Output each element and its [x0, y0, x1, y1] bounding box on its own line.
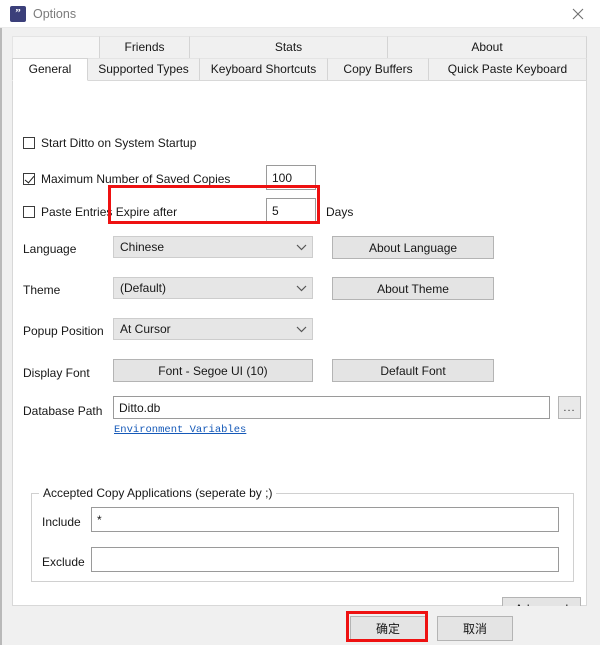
- include-label: Include: [42, 515, 81, 529]
- cancel-button[interactable]: 取消: [437, 616, 513, 641]
- theme-dropdown[interactable]: (Default): [113, 277, 313, 299]
- about-language-button[interactable]: About Language: [332, 236, 494, 259]
- tab-stats[interactable]: Stats: [190, 36, 388, 58]
- ok-button[interactable]: 确定: [350, 616, 426, 641]
- general-tab-panel: Start Ditto on System Startup Maximum Nu…: [12, 80, 587, 621]
- window-left-border: [0, 28, 2, 645]
- popup-position-value: At Cursor: [120, 322, 171, 336]
- database-path-label: Database Path: [23, 404, 103, 418]
- window-title: Options: [33, 7, 77, 21]
- tab-quick-paste-keyboard[interactable]: Quick Paste Keyboard: [429, 58, 587, 80]
- checkbox-label: Paste Entries Expire after: [41, 205, 178, 219]
- checkbox-paste-entries-expire[interactable]: Paste Entries Expire after: [23, 205, 177, 219]
- popup-position-label: Popup Position: [23, 324, 104, 338]
- about-theme-button[interactable]: About Theme: [332, 277, 494, 300]
- accepted-copy-applications-title: Accepted Copy Applications (seperate by …: [39, 486, 277, 500]
- dialog-footer: 确定 取消: [2, 606, 600, 645]
- display-font-label: Display Font: [23, 366, 90, 380]
- theme-value: (Default): [120, 281, 167, 295]
- tab-spacer: [12, 36, 100, 58]
- default-font-button[interactable]: Default Font: [332, 359, 494, 382]
- include-input[interactable]: *: [91, 507, 559, 532]
- checkbox-box: [23, 206, 35, 218]
- checkbox-label: Maximum Number of Saved Copies: [41, 172, 231, 186]
- checkbox-label: Start Ditto on System Startup: [41, 136, 197, 150]
- language-value: Chinese: [120, 240, 165, 254]
- days-label: Days: [326, 205, 354, 219]
- tab-copy-buffers[interactable]: Copy Buffers: [328, 58, 429, 80]
- chevron-down-icon: [290, 326, 312, 333]
- language-label: Language: [23, 242, 77, 256]
- title-bar: ” Options: [0, 0, 600, 28]
- close-icon: [572, 8, 583, 20]
- app-icon-glyph: ”: [15, 6, 21, 19]
- ditto-app-icon: ”: [10, 6, 26, 22]
- browse-database-path-button[interactable]: ...: [558, 396, 581, 419]
- popup-position-dropdown[interactable]: At Cursor: [113, 318, 313, 340]
- checkbox-start-on-startup[interactable]: Start Ditto on System Startup: [23, 136, 196, 150]
- theme-label: Theme: [23, 283, 61, 297]
- tab-general[interactable]: General: [12, 58, 88, 81]
- expire-days-input[interactable]: 5: [266, 198, 316, 223]
- tab-friends[interactable]: Friends: [100, 36, 190, 58]
- close-button[interactable]: [555, 0, 600, 28]
- options-window: ” Options Friends Stats About General Su…: [0, 0, 600, 645]
- tab-keyboard-shortcuts[interactable]: Keyboard Shortcuts: [200, 58, 328, 80]
- chevron-down-icon: [290, 244, 312, 251]
- max-saved-copies-input[interactable]: 100: [266, 165, 316, 190]
- checkbox-box: [23, 137, 35, 149]
- tab-row-lower: General Supported Types Keyboard Shortcu…: [12, 58, 587, 81]
- tab-about[interactable]: About: [388, 36, 587, 58]
- language-dropdown[interactable]: Chinese: [113, 236, 313, 258]
- tab-supported-types[interactable]: Supported Types: [88, 58, 200, 80]
- database-path-input[interactable]: Ditto.db: [113, 396, 550, 419]
- chevron-down-icon: [290, 285, 312, 292]
- exclude-label: Exclude: [42, 555, 85, 569]
- exclude-input[interactable]: [91, 547, 559, 572]
- checkbox-box: [23, 173, 35, 185]
- tab-row-upper: Friends Stats About: [12, 36, 587, 58]
- checkbox-max-saved-copies[interactable]: Maximum Number of Saved Copies: [23, 172, 230, 186]
- display-font-button[interactable]: Font - Segoe UI (10): [113, 359, 313, 382]
- tab-control: Friends Stats About General Supported Ty…: [12, 36, 587, 621]
- environment-variables-link[interactable]: Environment Variables: [114, 424, 246, 436]
